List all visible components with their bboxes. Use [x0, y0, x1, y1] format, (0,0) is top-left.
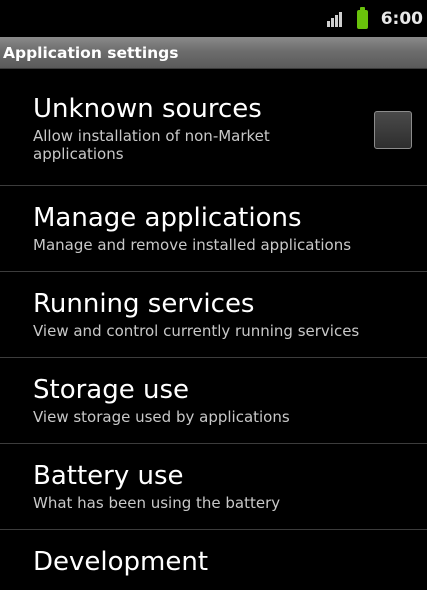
- item-summary: What has been using the battery: [33, 494, 281, 512]
- signal-bars-icon: [326, 11, 343, 27]
- item-summary: View storage used by applications: [33, 408, 290, 426]
- settings-item-manage-applications[interactable]: Manage applications Manage and remove in…: [0, 186, 427, 272]
- item-title: Storage use: [33, 375, 190, 405]
- settings-item-running-services[interactable]: Running services View and control curren…: [0, 272, 427, 358]
- settings-item-development[interactable]: Development: [0, 530, 427, 590]
- settings-list: Unknown sources Allow installation of no…: [0, 69, 427, 590]
- item-title: Development: [33, 547, 209, 577]
- title-bar: Application settings: [0, 37, 427, 69]
- item-title: Running services: [33, 289, 255, 319]
- status-icons: 6:00: [326, 0, 423, 37]
- settings-item-unknown-sources[interactable]: Unknown sources Allow installation of no…: [0, 69, 427, 186]
- item-summary: Allow installation of non-Market applica…: [33, 127, 270, 163]
- unknown-sources-checkbox[interactable]: [374, 111, 412, 149]
- item-summary: Manage and remove installed applications: [33, 236, 352, 254]
- settings-item-storage-use[interactable]: Storage use View storage used by applica…: [0, 358, 427, 444]
- status-clock: 6:00: [380, 8, 423, 29]
- battery-icon: [356, 7, 368, 29]
- item-title: Battery use: [33, 461, 184, 491]
- item-title: Manage applications: [33, 203, 302, 233]
- item-summary: View and control currently running servi…: [33, 322, 360, 340]
- settings-item-battery-use[interactable]: Battery use What has been using the batt…: [0, 444, 427, 530]
- item-title: Unknown sources: [33, 94, 262, 124]
- status-bar: 6:00: [0, 0, 427, 37]
- page-title: Application settings: [3, 43, 179, 62]
